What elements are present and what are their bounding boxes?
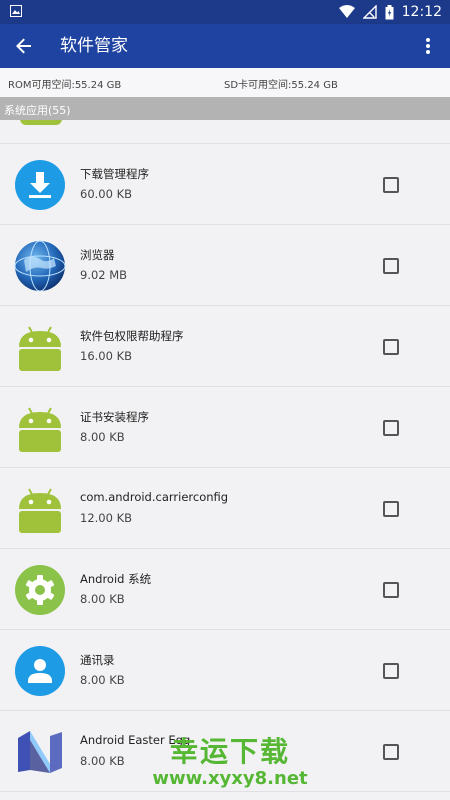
app-size: 8.00 KB (80, 430, 125, 444)
status-bar: 12:12 (0, 0, 450, 24)
app-list[interactable]: 下载管理程序 60.00 KB 浏览器 9.02 MB 软件包权限帮助程序 16… (0, 120, 450, 800)
list-item[interactable]: Android 系统 8.00 KB (0, 549, 450, 630)
select-checkbox[interactable] (383, 582, 399, 598)
android-icon (19, 326, 61, 371)
nougat-icon (18, 731, 62, 773)
status-time: 12:12 (401, 4, 442, 20)
watermark: 幸运下载 www.xyxy8.net (150, 736, 310, 798)
battery-icon (385, 4, 394, 19)
list-item[interactable]: 证书安装程序 8.00 KB (0, 387, 450, 468)
app-size: 12.00 KB (80, 511, 133, 525)
app-name: 浏览器 (80, 248, 115, 262)
android-icon (19, 407, 61, 452)
wifi-icon (338, 5, 355, 18)
list-item-partial[interactable] (0, 120, 450, 144)
select-checkbox[interactable] (383, 339, 399, 355)
globe-icon (14, 240, 66, 292)
list-item[interactable]: 通讯录 8.00 KB (0, 630, 450, 711)
app-bar: 软件管家 (0, 24, 450, 68)
watermark-url: www.xyxy8.net (152, 768, 308, 789)
app-size: 8.00 KB (80, 592, 125, 606)
image-icon (10, 5, 22, 17)
app-size: 16.00 KB (80, 349, 133, 363)
app-name: Android 系统 (80, 572, 152, 586)
app-name: 证书安装程序 (80, 410, 149, 424)
more-vert-icon[interactable] (416, 34, 440, 58)
app-size: 8.00 KB (80, 673, 125, 687)
back-arrow-icon[interactable] (12, 34, 36, 58)
app-size: 9.02 MB (80, 268, 128, 282)
rom-free-space: ROM可用空间:55.24 GB (8, 80, 122, 91)
download-icon (15, 160, 65, 210)
contacts-icon (15, 646, 65, 696)
list-item[interactable]: com.android.carrierconfig 12.00 KB (0, 468, 450, 549)
select-checkbox[interactable] (383, 501, 399, 517)
list-item[interactable]: 浏览器 9.02 MB (0, 225, 450, 306)
select-checkbox[interactable] (383, 744, 399, 760)
app-name: 软件包权限帮助程序 (80, 329, 184, 343)
list-item[interactable]: 下载管理程序 60.00 KB (0, 144, 450, 225)
app-name: 通讯录 (80, 653, 115, 667)
no-signal-icon (362, 5, 377, 19)
page-title: 软件管家 (60, 36, 128, 56)
app-size: 8.00 KB (80, 754, 125, 768)
android-icon (19, 488, 61, 533)
watermark-title: 幸运下载 (169, 735, 290, 768)
settings-gear-icon (15, 565, 65, 615)
android-icon (20, 120, 62, 125)
app-name: 下载管理程序 (80, 167, 149, 181)
app-name: com.android.carrierconfig (80, 490, 229, 504)
sd-free-space: SD卡可用空间:55.24 GB (224, 80, 338, 91)
list-item[interactable]: 软件包权限帮助程序 16.00 KB (0, 306, 450, 387)
select-checkbox[interactable] (383, 258, 399, 274)
storage-info: ROM可用空间:55.24 GB SD卡可用空间:55.24 GB (0, 68, 450, 98)
select-checkbox[interactable] (383, 420, 399, 436)
select-checkbox[interactable] (383, 177, 399, 193)
app-size: 60.00 KB (80, 187, 133, 201)
section-header: 系统应用(55) (0, 97, 450, 120)
section-title: 系统应用(55) (4, 104, 71, 117)
select-checkbox[interactable] (383, 663, 399, 679)
